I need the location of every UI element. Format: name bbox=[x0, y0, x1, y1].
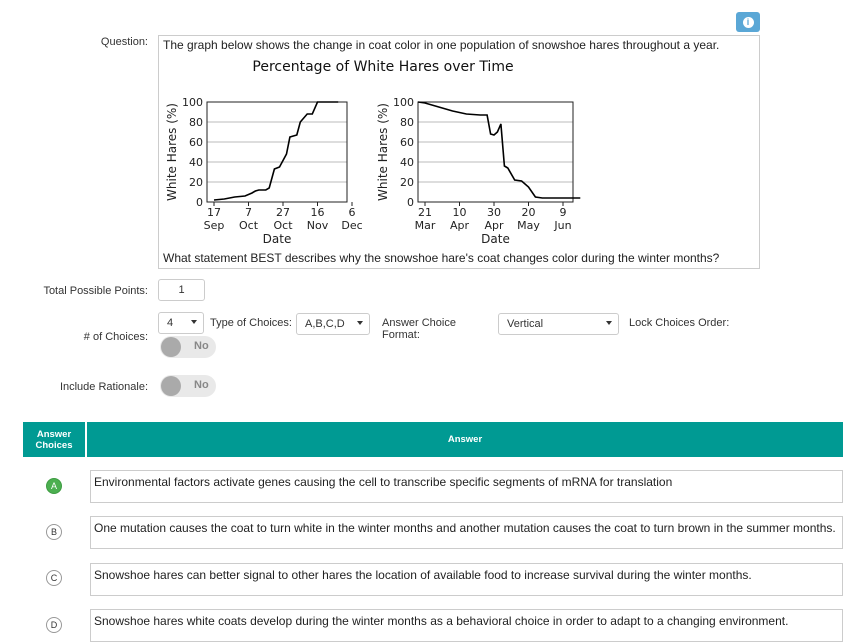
include-rationale-toggle-label: No bbox=[194, 379, 209, 391]
x-tick-month: May bbox=[517, 219, 540, 232]
x-tick-day: 30 bbox=[487, 206, 501, 219]
x-axis-label: Date bbox=[263, 232, 292, 246]
y-tick-label: 100 bbox=[393, 96, 414, 109]
x-tick-month: Mar bbox=[415, 219, 436, 232]
x-tick-month: Sep bbox=[204, 219, 225, 232]
type-of-choices-select[interactable]: A,B,C,D bbox=[296, 313, 370, 335]
type-of-choices-label: Type of Choices: bbox=[210, 317, 292, 329]
choice-letter-a[interactable]: A bbox=[46, 478, 62, 494]
y-tick-label: 80 bbox=[400, 116, 414, 129]
toggle-knob bbox=[161, 376, 181, 396]
x-tick-day: 21 bbox=[418, 206, 432, 219]
lock-order-label: Lock Choices Order: bbox=[629, 317, 730, 329]
answer-format-select[interactable]: Vertical bbox=[498, 313, 619, 335]
x-tick-day: 7 bbox=[245, 206, 252, 219]
x-tick-month: Apr bbox=[450, 219, 470, 232]
y-tick-label: 20 bbox=[400, 176, 414, 189]
info-button[interactable]: i bbox=[736, 12, 760, 32]
lock-order-toggle[interactable]: No bbox=[160, 336, 216, 358]
y-tick-label: 0 bbox=[196, 196, 203, 209]
choice-text-c[interactable]: Snowshoe hares can better signal to othe… bbox=[90, 563, 843, 596]
x-tick-day: 6 bbox=[349, 206, 356, 219]
x-tick-day: 10 bbox=[453, 206, 467, 219]
question-intro: The graph below shows the change in coat… bbox=[163, 38, 720, 52]
col-answer-header: Answer bbox=[87, 422, 843, 457]
y-tick-label: 60 bbox=[189, 136, 203, 149]
y-tick-label: 60 bbox=[400, 136, 414, 149]
y-tick-label: 0 bbox=[407, 196, 414, 209]
y-tick-label: 20 bbox=[189, 176, 203, 189]
x-tick-month: Nov bbox=[307, 219, 329, 232]
chart-title: Percentage of White Hares over Time bbox=[252, 59, 513, 75]
num-choices-label: # of Choices: bbox=[83, 331, 148, 343]
series-line bbox=[213, 101, 339, 201]
x-tick-month: Oct bbox=[273, 219, 293, 232]
y-axis-label: White Hares (%) bbox=[376, 103, 390, 201]
total-points-label: Total Possible Points: bbox=[43, 285, 148, 297]
y-tick-label: 40 bbox=[400, 156, 414, 169]
total-points-input[interactable]: 1 bbox=[158, 279, 205, 301]
plot-frame bbox=[206, 101, 348, 203]
answer-format-label: Answer Choice Format: bbox=[382, 317, 456, 341]
type-of-choices-value: A,B,C,D bbox=[305, 318, 345, 330]
question-box[interactable]: The graph below shows the change in coat… bbox=[158, 35, 760, 269]
x-tick-month: Jun bbox=[553, 219, 571, 232]
choice-text-b[interactable]: One mutation causes the coat to turn whi… bbox=[90, 516, 843, 549]
choice-letter-c[interactable]: C bbox=[46, 570, 62, 586]
chevron-down-icon bbox=[606, 321, 612, 325]
question-prompt: What statement BEST describes why the sn… bbox=[163, 251, 720, 265]
choice-text-a[interactable]: Environmental factors activate genes cau… bbox=[90, 470, 843, 503]
question-figure: Percentage of White Hares over Time 0 20 4… bbox=[165, 59, 581, 246]
col-answer-choices-header: Answer Choices bbox=[23, 422, 85, 457]
answer-format-value: Vertical bbox=[507, 318, 544, 330]
x-tick-day: 9 bbox=[560, 206, 567, 219]
x-tick-day: 20 bbox=[522, 206, 536, 219]
x-tick-day: 27 bbox=[276, 206, 290, 219]
x-tick-day: 17 bbox=[207, 206, 221, 219]
toggle-knob bbox=[161, 337, 181, 357]
series-line bbox=[417, 101, 581, 199]
chevron-down-icon bbox=[357, 321, 363, 325]
y-tick-label: 40 bbox=[189, 156, 203, 169]
num-choices-value: 4 bbox=[167, 317, 174, 329]
num-choices-select[interactable]: 4 bbox=[158, 312, 204, 334]
choice-letter-d[interactable]: D bbox=[46, 617, 62, 633]
x-axis-label: Date bbox=[481, 232, 510, 246]
include-rationale-toggle[interactable]: No bbox=[160, 375, 216, 397]
y-tick-label: 80 bbox=[189, 116, 203, 129]
y-tick-label: 100 bbox=[182, 96, 203, 109]
x-tick-month: Dec bbox=[341, 219, 362, 232]
chevron-down-icon bbox=[191, 320, 197, 324]
plot-frame bbox=[417, 101, 574, 203]
choice-letter-b[interactable]: B bbox=[46, 524, 62, 540]
x-tick-month: Apr bbox=[484, 219, 504, 232]
info-icon: i bbox=[742, 16, 754, 28]
choice-text-d[interactable]: Snowshoe hares white coats develop durin… bbox=[90, 609, 843, 642]
x-tick-day: 16 bbox=[311, 206, 325, 219]
question-label: Question: bbox=[100, 36, 148, 48]
x-tick-month: Oct bbox=[239, 219, 259, 232]
include-rationale-label: Include Rationale: bbox=[59, 381, 148, 393]
lock-order-toggle-label: No bbox=[194, 340, 209, 352]
y-axis-label: White Hares (%) bbox=[165, 103, 179, 201]
